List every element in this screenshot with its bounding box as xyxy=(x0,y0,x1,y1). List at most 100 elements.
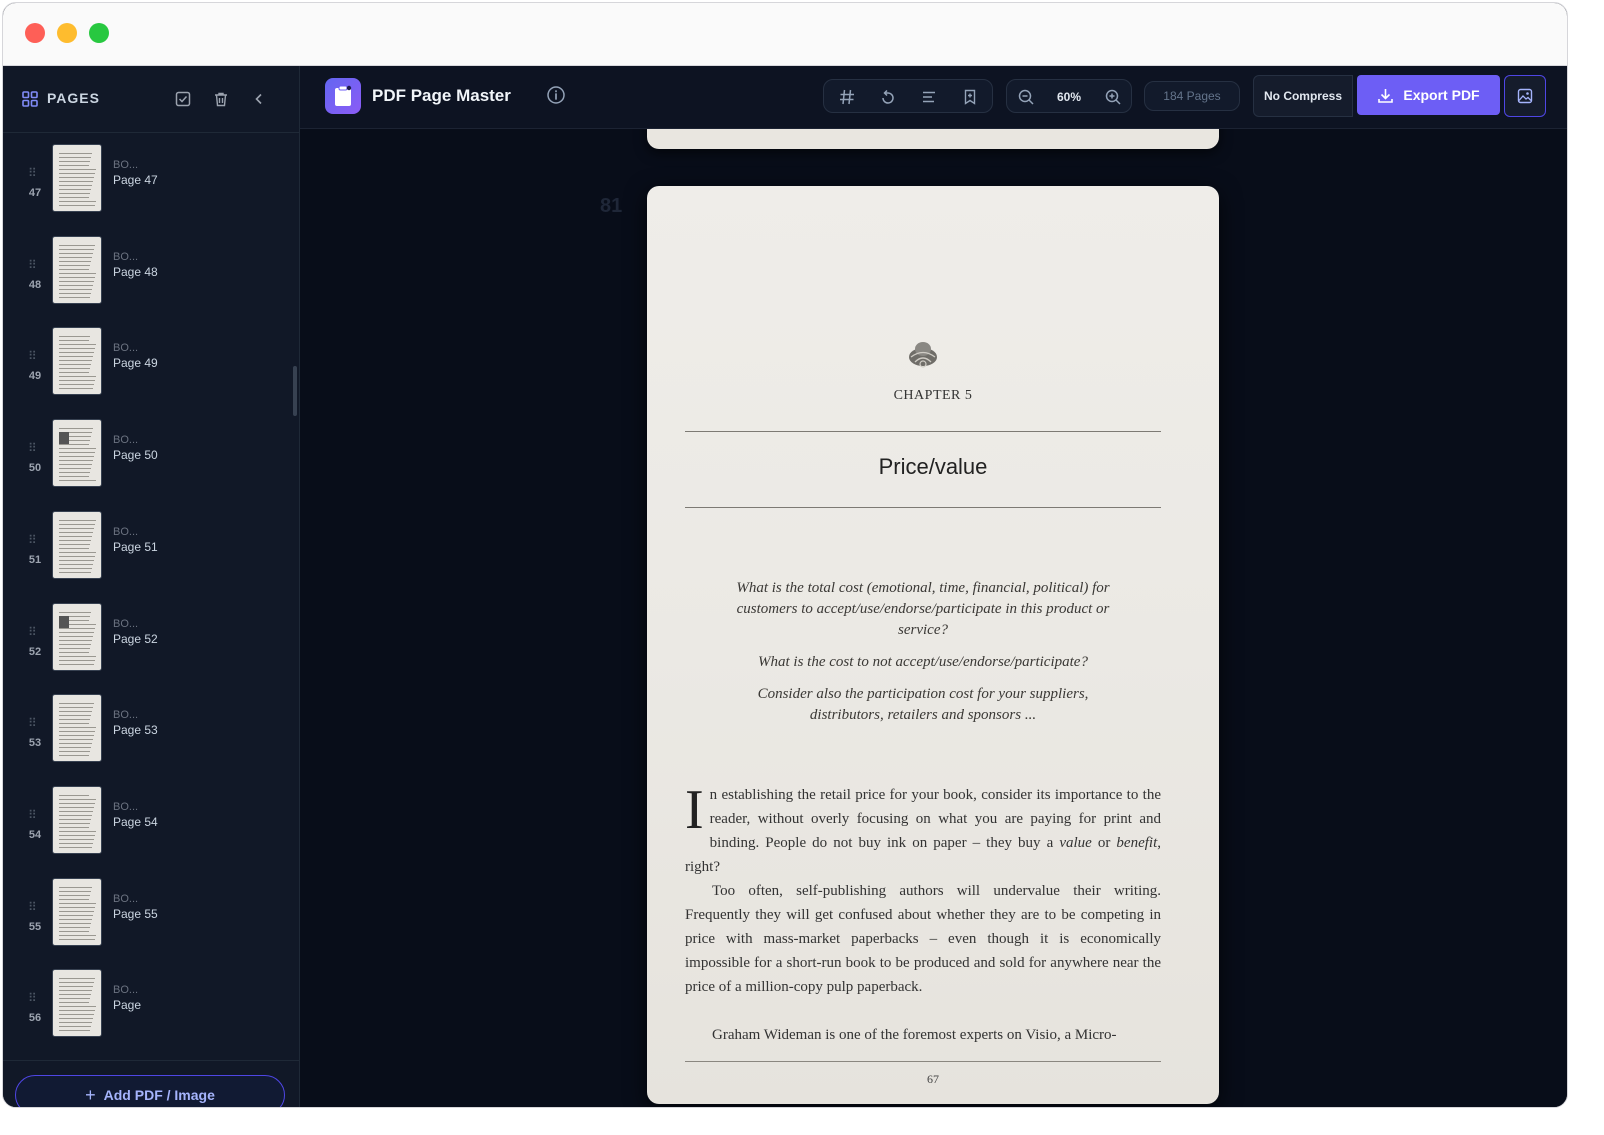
sidebar-page-item[interactable]: ⠿ 54 BO... Page 54 xyxy=(3,785,299,881)
page-thumbnail[interactable] xyxy=(52,419,102,488)
page-thumbnail[interactable] xyxy=(52,327,102,396)
page-item-source: BO... xyxy=(113,892,139,905)
footer-rule xyxy=(685,1061,1161,1062)
page-count-badge: 184 Pages xyxy=(1144,81,1240,111)
drag-handle-icon[interactable]: ⠿ xyxy=(28,992,38,1004)
page-thumbnail[interactable] xyxy=(52,602,102,671)
page-item-source: BO... xyxy=(113,250,139,263)
page-item-label: Page xyxy=(113,998,142,1013)
sidebar-page-item[interactable]: ⠿ 52 BO... Page 52 xyxy=(3,602,299,698)
page-item-source: BO... xyxy=(113,159,139,171)
sidebar-header: PAGES xyxy=(3,66,299,133)
sidebar-page-item[interactable]: ⠿ 53 BO... Page 53 xyxy=(3,694,299,789)
page-item-number: 54 xyxy=(28,828,42,841)
page-preview[interactable]: CHAPTER 5 Price/value What is the total … xyxy=(647,186,1219,1104)
app-window: PAGES 46Page 46⠿47BO...Page 47⠿48BO...Pa… xyxy=(2,2,1568,1108)
select-all-button[interactable] xyxy=(172,88,194,110)
sidebar-page-item[interactable]: ⠿ 56 BO... Page xyxy=(3,969,299,1060)
drag-handle-icon[interactable]: ⠿ xyxy=(28,809,38,821)
rotate-icon[interactable] xyxy=(879,88,897,106)
page-thumbnail[interactable] xyxy=(52,510,102,579)
export-image-button[interactable] xyxy=(1504,75,1546,117)
page-item-source: BO... xyxy=(113,800,139,813)
page-item-source: BO... xyxy=(113,709,139,722)
main-toolbar: PDF Page Master 60% 184 Pages No Compres… xyxy=(300,66,1567,129)
epigraph-2: What is the cost to not accept/use/endor… xyxy=(758,654,1088,670)
page-item-number: 55 xyxy=(28,920,42,933)
paragraph-1: In establishing the retail price for you… xyxy=(685,779,1161,875)
page-item-number: 56 xyxy=(28,1012,42,1025)
page-list: 46Page 46⠿47BO...Page 47⠿48BO...Page 48⠿… xyxy=(3,132,299,1060)
delete-pages-button[interactable] xyxy=(210,88,232,110)
drag-handle-icon[interactable]: ⠿ xyxy=(28,442,38,454)
page-item-source: BO... xyxy=(113,617,139,630)
minimize-window-button[interactable] xyxy=(57,23,77,43)
page-thumbnail[interactable] xyxy=(52,877,102,946)
sidebar-page-item[interactable]: ⠿ 51 BO... Page 51 xyxy=(3,510,299,606)
page-item-label: Page 54 xyxy=(113,814,158,829)
drop-cap: I xyxy=(685,779,704,841)
sidebar-scrollbar[interactable] xyxy=(293,366,297,416)
paragraph-3: Graham Wideman is one of the foremost ex… xyxy=(712,1027,1117,1043)
epigraph-3: Consider also the participation cost for… xyxy=(757,686,1089,723)
page-item-number: 49 xyxy=(28,370,42,383)
previous-page-preview[interactable] xyxy=(647,129,1219,149)
sidebar-page-item[interactable]: ⠿ 48 BO... Page 48 xyxy=(3,235,299,331)
drag-handle-icon[interactable]: ⠿ xyxy=(28,350,38,362)
page-thumbnail[interactable] xyxy=(52,694,102,763)
drag-handle-icon[interactable]: ⠿ xyxy=(28,259,38,271)
bookmark-icon[interactable] xyxy=(961,88,979,106)
export-pdf-button[interactable]: Export PDF xyxy=(1357,75,1500,115)
zoom-in-icon[interactable] xyxy=(1104,88,1122,106)
trash-icon xyxy=(215,92,227,107)
drag-handle-icon[interactable]: ⠿ xyxy=(28,534,38,546)
export-label: Export PDF xyxy=(1403,87,1480,103)
plus-icon: + xyxy=(85,1084,96,1105)
page-item-source: BO... xyxy=(113,434,139,447)
hash-icon[interactable] xyxy=(838,88,856,106)
title-bar xyxy=(3,3,1567,66)
title-rule-bottom xyxy=(685,507,1161,508)
page-canvas[interactable]: 81 CHAPTER 5 Price/value What is the tot… xyxy=(300,129,1567,1107)
page-item-number: 50 xyxy=(28,462,42,475)
sidebar-page-item[interactable]: ⠿ 55 BO... Page 55 xyxy=(3,877,299,973)
page-thumbnail[interactable] xyxy=(52,785,102,854)
page-thumbnail[interactable] xyxy=(52,144,102,212)
drag-handle-icon[interactable]: ⠿ xyxy=(28,901,38,913)
add-button-label: Add PDF / Image xyxy=(103,1087,215,1103)
sidebar-page-item[interactable]: ⠿ 47 BO... Page 47 xyxy=(3,144,299,239)
checkbox-icon xyxy=(175,91,191,107)
chapter-title: Price/value xyxy=(878,454,988,479)
info-icon[interactable] xyxy=(546,85,566,105)
close-window-button[interactable] xyxy=(25,23,45,43)
add-pdf-image-button[interactable]: + Add PDF / Image xyxy=(15,1075,285,1107)
page-item-label: Page 55 xyxy=(113,906,158,921)
page-item-source: BO... xyxy=(113,342,139,355)
drag-handle-icon[interactable]: ⠿ xyxy=(28,167,38,179)
page-item-label: Page 51 xyxy=(113,539,158,554)
collapse-sidebar-button[interactable] xyxy=(248,88,270,110)
sidebar-title: PAGES xyxy=(47,90,100,106)
page-item-source: BO... xyxy=(113,984,139,997)
page-item-label: Page 50 xyxy=(113,448,158,463)
page-item-number: 47 xyxy=(28,187,42,199)
sidebar-page-item[interactable]: ⠿ 49 BO... Page 49 xyxy=(3,327,299,422)
grid-icon xyxy=(22,91,38,107)
chevron-left-icon xyxy=(255,93,262,105)
sidebar-page-item[interactable]: ⠿ 50 BO... Page 50 xyxy=(3,419,299,514)
page-thumbnail[interactable] xyxy=(52,235,102,304)
drag-handle-icon[interactable]: ⠿ xyxy=(28,717,38,729)
maximize-window-button[interactable] xyxy=(89,23,109,43)
page-item-label: Page 48 xyxy=(113,264,158,279)
sidebar-page-item[interactable]: 46Page 46 xyxy=(3,132,299,146)
document-icon xyxy=(335,85,352,106)
sidebar-footer: + Add PDF / Image xyxy=(3,1060,299,1107)
compress-select[interactable]: No Compress xyxy=(1253,75,1353,117)
title-rule-top xyxy=(685,431,1161,432)
align-icon[interactable] xyxy=(920,88,938,106)
app-logo xyxy=(325,78,361,114)
page-item-label: Page 53 xyxy=(113,723,158,738)
drag-handle-icon[interactable]: ⠿ xyxy=(28,626,38,638)
zoom-out-icon[interactable] xyxy=(1017,88,1035,106)
page-thumbnail[interactable] xyxy=(52,969,102,1038)
